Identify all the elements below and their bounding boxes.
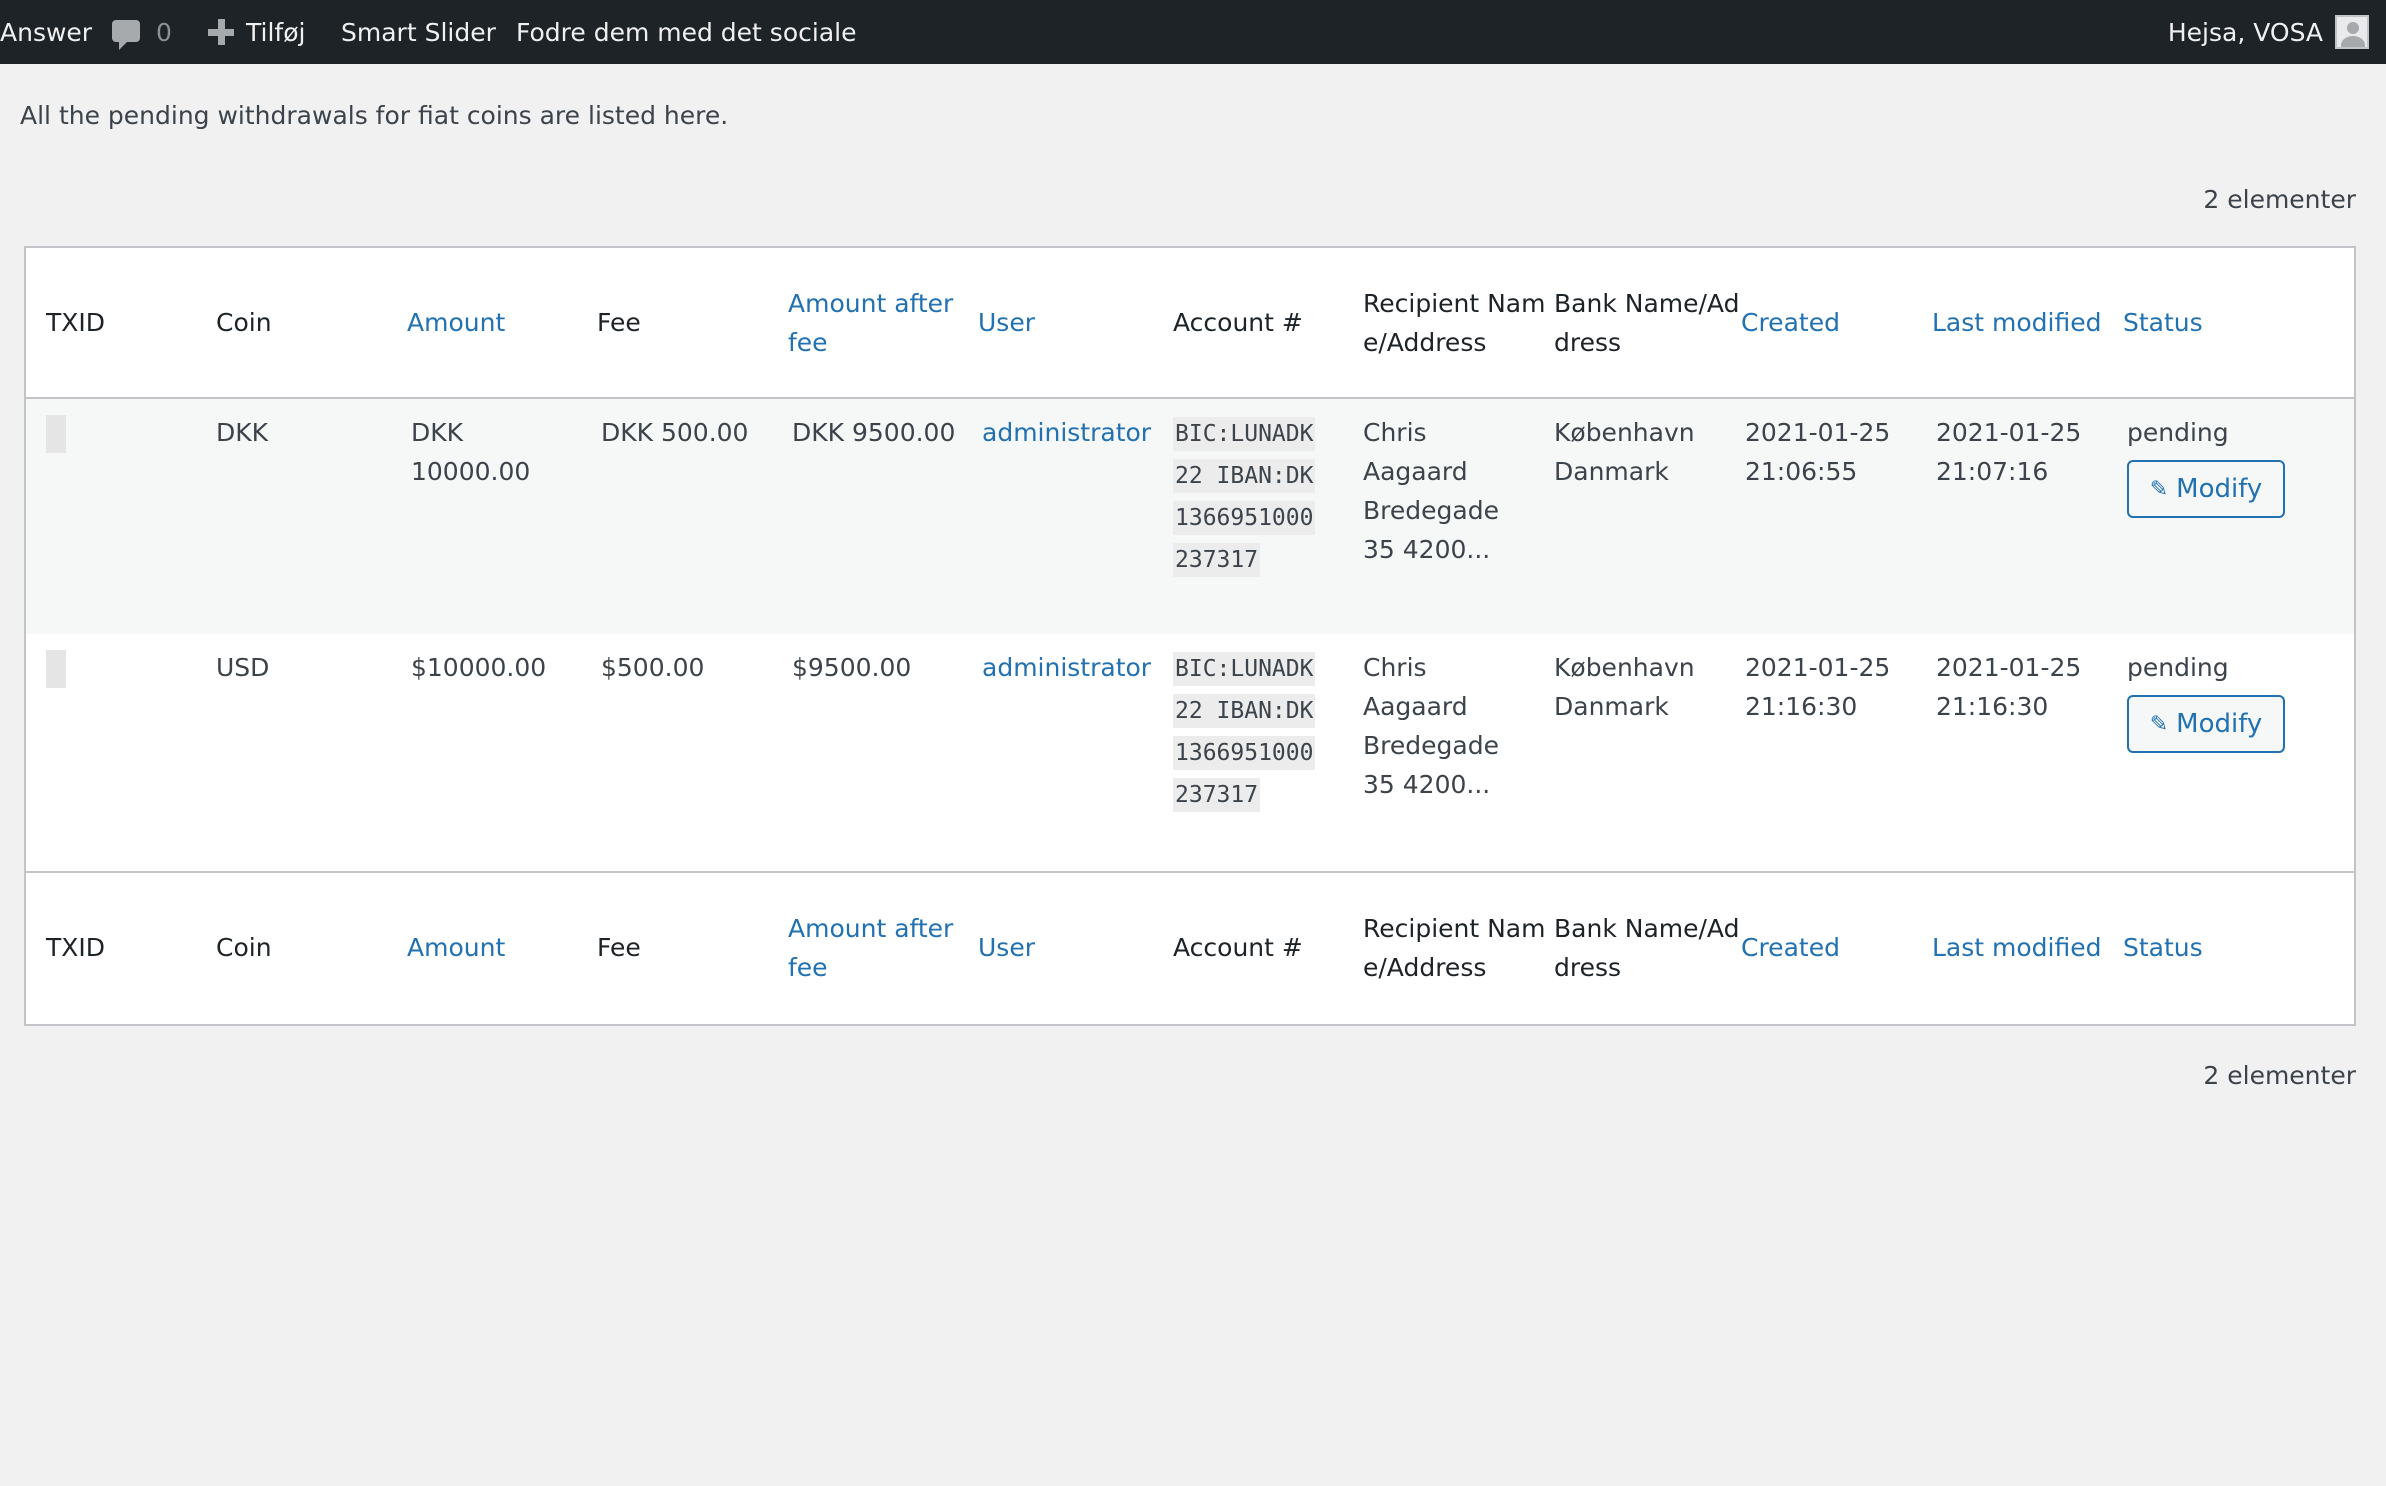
status-cell: pending ✎ Modify: [2123, 398, 2354, 634]
modify-button[interactable]: ✎ Modify: [2127, 695, 2285, 753]
comments-count: 0: [156, 17, 172, 47]
avatar: [2335, 15, 2369, 49]
status-text: pending: [2127, 418, 2229, 447]
col-status-sort[interactable]: Status: [2123, 871, 2354, 1022]
col-coin: Coin: [216, 871, 407, 1022]
table-header-row: TXID Coin Amount Fee Amount after fee Us…: [26, 248, 2354, 399]
fodre-label: Fodre dem med det sociale: [516, 17, 857, 47]
greeting-label: Hejsa, VOSA: [2167, 17, 2323, 47]
amount-after-fee-cell: DKK 9500.00: [792, 418, 956, 447]
txid-placeholder: [46, 650, 66, 688]
site-name-link[interactable]: Answer: [0, 0, 92, 64]
col-created-sort[interactable]: Created: [1741, 248, 1932, 399]
user-link[interactable]: administrator: [982, 653, 1151, 682]
col-created-sort[interactable]: Created: [1741, 871, 1932, 1022]
item-count-top: 2 elementer: [2203, 185, 2356, 214]
amount-cell: $10000.00: [411, 653, 547, 682]
new-content-label: Tilføj: [246, 17, 306, 47]
fodre-menu[interactable]: Fodre dem med det sociale: [516, 0, 856, 64]
created-cell: 2021-01-25 21:06:55: [1745, 418, 1891, 486]
bank-cell: København Danmark: [1554, 653, 1695, 721]
table-row: USD $10000.00 $500.00 $9500.00 administr…: [26, 634, 2354, 872]
user-link[interactable]: administrator: [982, 418, 1151, 447]
fee-cell: $500.00: [601, 653, 705, 682]
withdrawals-table-container: TXID Coin Amount Fee Amount after fee Us…: [24, 246, 2356, 1026]
col-amount-sort[interactable]: Amount: [407, 871, 597, 1022]
col-user-sort[interactable]: User: [978, 871, 1173, 1022]
col-account: Account #: [1173, 871, 1363, 1022]
new-content-menu[interactable]: Tilføj: [208, 0, 305, 64]
col-status-sort[interactable]: Status: [2123, 248, 2354, 399]
admin-bar: Answer 0 Tilføj Smart Slider Fodre dem m…: [0, 0, 2386, 64]
modify-button[interactable]: ✎ Modify: [2127, 460, 2285, 518]
bank-cell: København Danmark: [1554, 418, 1695, 486]
amount-cell: DKK 10000.00: [411, 418, 531, 486]
recipient-cell: Chris Aagaard Bredegade 35 4200...: [1363, 418, 1499, 564]
plus-icon: [208, 19, 234, 45]
col-txid: TXID: [26, 248, 216, 399]
amount-after-fee-cell: $9500.00: [792, 653, 912, 682]
col-fee: Fee: [597, 248, 788, 399]
col-bank: Bank Name/Address: [1554, 871, 1741, 1022]
recipient-cell: Chris Aagaard Bredegade 35 4200...: [1363, 653, 1499, 799]
table-footer-row: TXID Coin Amount Fee Amount after fee Us…: [26, 871, 2354, 1022]
page-description: All the pending withdrawals for fiat coi…: [20, 101, 729, 130]
col-last-modified-sort[interactable]: Last modified: [1932, 248, 2123, 399]
txid-cell: [26, 634, 216, 872]
created-cell: 2021-01-25 21:16:30: [1745, 653, 1891, 721]
col-amount-sort[interactable]: Amount: [407, 248, 597, 399]
last-modified-cell: 2021-01-25 21:16:30: [1936, 653, 2082, 721]
col-coin: Coin: [216, 248, 407, 399]
col-account: Account #: [1173, 248, 1363, 399]
col-bank: Bank Name/Address: [1554, 248, 1741, 399]
fee-cell: DKK 500.00: [601, 418, 749, 447]
modify-button-label: Modify: [2176, 709, 2263, 739]
comment-bubble-icon: [112, 20, 140, 50]
my-account-menu[interactable]: Hejsa, VOSA: [2168, 0, 2369, 64]
txid-cell: [26, 398, 216, 634]
account-number: BIC:LUNADK22 IBAN:DK1366951000237317: [1173, 652, 1316, 812]
pencil-icon: ✎: [2149, 476, 2169, 502]
table-row: DKK DKK 10000.00 DKK 500.00 DKK 9500.00 …: [26, 398, 2354, 634]
col-user-sort[interactable]: User: [978, 248, 1173, 399]
pencil-icon: ✎: [2149, 711, 2169, 737]
coin-cell: DKK: [216, 418, 269, 447]
site-name-label: Answer: [0, 17, 93, 47]
item-count-bottom: 2 elementer: [2203, 1061, 2356, 1090]
withdrawals-table: TXID Coin Amount Fee Amount after fee Us…: [26, 248, 2354, 1022]
comments-link[interactable]: 0: [112, 0, 172, 64]
account-number: BIC:LUNADK22 IBAN:DK1366951000237317: [1173, 417, 1316, 577]
smart-slider-label: Smart Slider: [341, 17, 496, 47]
col-amount-after-fee-sort[interactable]: Amount after fee: [788, 248, 978, 399]
txid-placeholder: [46, 415, 66, 453]
status-text: pending: [2127, 653, 2229, 682]
coin-cell: USD: [216, 653, 270, 682]
last-modified-cell: 2021-01-25 21:07:16: [1936, 418, 2082, 486]
col-amount-after-fee-sort[interactable]: Amount after fee: [788, 871, 978, 1022]
col-fee: Fee: [597, 871, 788, 1022]
col-last-modified-sort[interactable]: Last modified: [1932, 871, 2123, 1022]
status-cell: pending ✎ Modify: [2123, 634, 2354, 872]
col-txid: TXID: [26, 871, 216, 1022]
smart-slider-menu[interactable]: Smart Slider: [341, 0, 496, 64]
modify-button-label: Modify: [2176, 474, 2263, 504]
col-recipient: Recipient Name/Address: [1363, 871, 1554, 1022]
col-recipient: Recipient Name/Address: [1363, 248, 1554, 399]
